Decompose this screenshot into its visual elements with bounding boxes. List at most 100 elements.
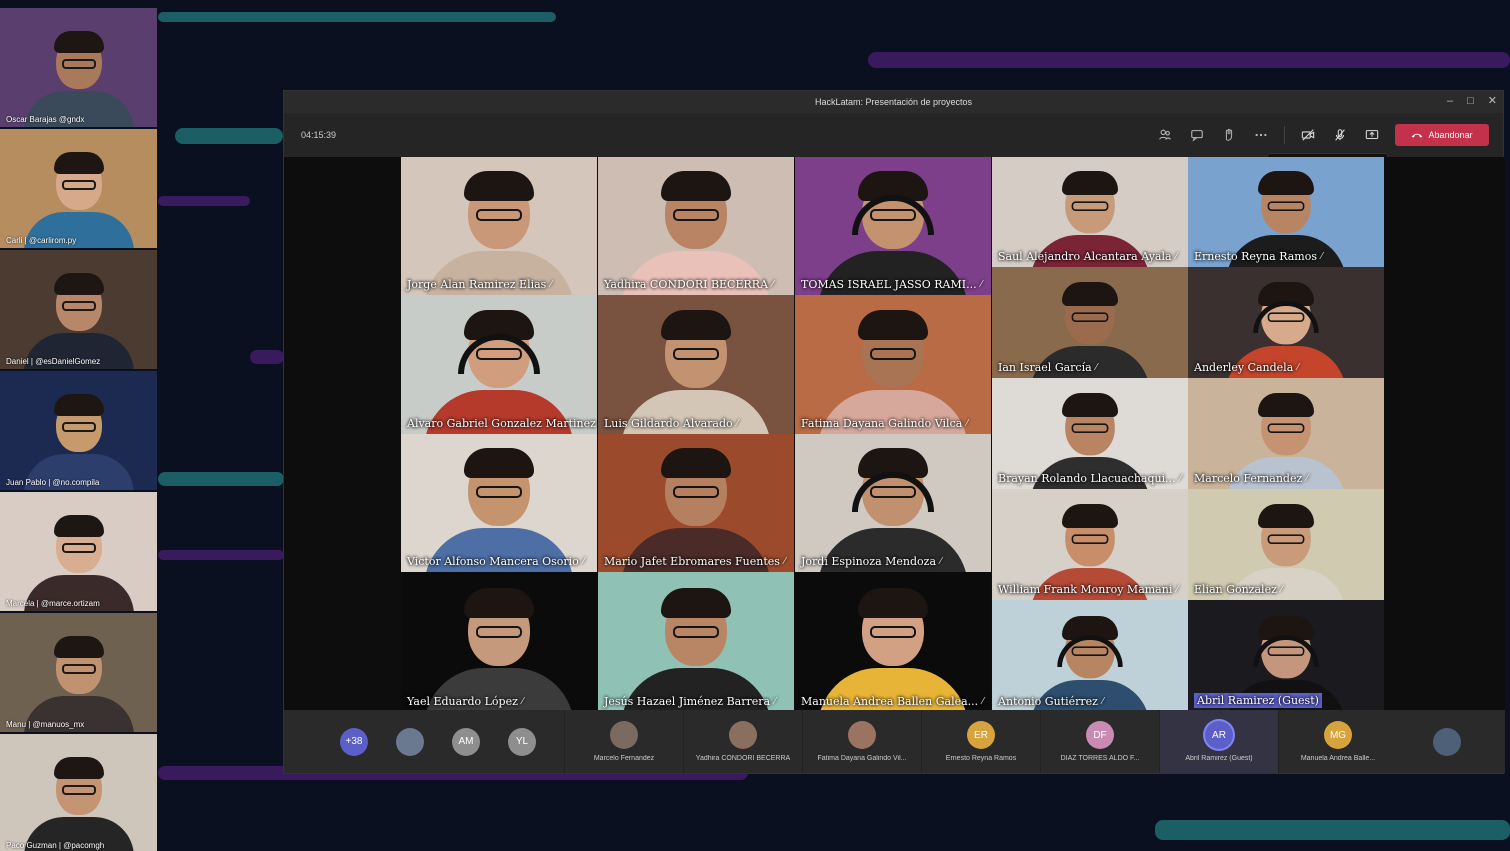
- participant-card[interactable]: MG Manuela Andrea Balle...: [1278, 710, 1397, 773]
- glasses-icon: [61, 180, 96, 190]
- participant-name: Saul Alejandro Alcantara Ayala ⁄: [998, 250, 1177, 263]
- participant-video-tile[interactable]: Abril Ramirez (Guest): [1188, 600, 1384, 712]
- chat-icon[interactable]: [1188, 126, 1206, 144]
- participant-video-tile[interactable]: TOMAS ISRAEL JASSO RAMI... ⁄: [795, 157, 991, 295]
- participant-video-tile[interactable]: Marcelo Fernandez ⁄: [1188, 378, 1384, 489]
- avatar-photo[interactable]: [396, 727, 424, 756]
- participant-card[interactable]: DF DIAZ TORRES ALDO F...: [1040, 710, 1159, 773]
- more-options-icon[interactable]: [1252, 126, 1270, 144]
- avatar-photo[interactable]: [1433, 727, 1461, 756]
- decor-bar: [158, 196, 250, 206]
- streamer-webcam: Oscar Barajas @gndx: [0, 8, 157, 127]
- glasses-icon: [673, 486, 719, 498]
- person-hair: [1258, 504, 1314, 528]
- participant-name: Ian Israel García ⁄: [998, 361, 1097, 374]
- participant-video-tile[interactable]: Jesús Hazael Jiménez Barrera ⁄: [598, 572, 794, 712]
- participant-name-label: Jesús Hazael Jiménez Barrera: [604, 695, 771, 708]
- participant-name-label: Jorge Alan Ramirez Elias: [407, 278, 547, 291]
- streamer-caption: Manu | @manuos_mx: [6, 720, 85, 729]
- glasses-icon: [61, 301, 96, 311]
- mic-muted-icon: ⁄: [582, 556, 585, 567]
- participant-video-tile[interactable]: Elian Gonzalez ⁄: [1188, 489, 1384, 600]
- close-button[interactable]: ✕: [1488, 95, 1497, 107]
- person-hair: [661, 448, 731, 478]
- toolbar-divider: [1284, 126, 1285, 144]
- participant-video-tile[interactable]: Yadhira CONDORI BECERRA ⁄: [598, 157, 794, 295]
- person-silhouette: [23, 515, 134, 611]
- participant-video-tile[interactable]: Alvaro Gabriel Gonzalez Martinez⁄: [401, 295, 597, 434]
- headset-icon: [852, 195, 934, 235]
- participant-card[interactable]: Yadhira CONDORI BECERRA: [683, 710, 802, 773]
- streamer-webcam: Juan Pablo | @no.compila: [0, 371, 157, 490]
- participant-name-label: Abril Ramirez (Guest): [1197, 694, 1319, 707]
- participant-card[interactable]: Marcelo Fernandez: [564, 710, 683, 773]
- mic-icon[interactable]: [1331, 126, 1349, 144]
- person-silhouette: [23, 757, 134, 851]
- mic-muted-icon: ⁄: [521, 696, 524, 707]
- participant-video-tile[interactable]: Jordi Espinoza Mendoza ⁄: [795, 434, 991, 572]
- glasses-icon: [673, 348, 719, 360]
- mic-muted-icon: ⁄: [1297, 362, 1299, 373]
- maximize-button[interactable]: □: [1467, 95, 1474, 107]
- streamer-caption: Daniel | @esDanielGomez: [6, 357, 101, 366]
- participant-video-tile[interactable]: Mario Jafet Ebromares Fuentes ⁄: [598, 434, 794, 572]
- person-head: [661, 310, 731, 388]
- participant-name-label: TOMAS ISRAEL JASSO RAMI...: [801, 278, 977, 291]
- participant-card[interactable]: AR Abril Ramirez (Guest): [1159, 710, 1278, 773]
- share-screen-icon[interactable]: [1363, 126, 1381, 144]
- streamer-caption: Paco Guzman | @pacomgh: [6, 841, 105, 850]
- streamer-caption: Marcela | @marce.ortizam: [6, 599, 100, 608]
- person-head: [53, 394, 104, 452]
- participant-video-tile[interactable]: William Frank Monroy Mamani ⁄: [992, 489, 1188, 600]
- participant-card-name: Abril Ramirez (Guest): [1185, 755, 1253, 762]
- person-hair: [661, 588, 731, 618]
- participant-avatar[interactable]: YL: [508, 727, 536, 756]
- participant-video-tile[interactable]: Anderley Candela ⁄: [1188, 267, 1384, 378]
- glasses-icon: [673, 626, 719, 638]
- participant-strip: +38 AM YL Marcelo Fernandez Yadhira CONDORI …: [284, 710, 1505, 773]
- participant-name: Marcelo Fernandez ⁄: [1194, 472, 1308, 485]
- person-head: [1253, 282, 1319, 345]
- person-head: [1258, 171, 1314, 234]
- leave-call-button[interactable]: Abandonar: [1395, 124, 1489, 146]
- person-head: [1057, 616, 1123, 679]
- participant-video-tile[interactable]: Saul Alejandro Alcantara Ayala ⁄: [992, 157, 1188, 267]
- person-head: [858, 588, 928, 666]
- mic-muted-icon: ⁄: [1095, 362, 1098, 373]
- participant-card[interactable]: ER Ernesto Reyna Ramos: [921, 710, 1040, 773]
- participant-video-tile[interactable]: Jorge Alan Ramirez Elias ⁄: [401, 157, 597, 295]
- mic-muted-icon: ⁄: [550, 279, 552, 290]
- participant-card[interactable]: Fatima Dayana Galindo Vil...: [802, 710, 921, 773]
- participant-name-label: Antonio Gutiérrez: [998, 695, 1098, 708]
- participant-name-label: Saul Alejandro Alcantara Ayala: [998, 250, 1172, 263]
- camera-icon[interactable]: [1299, 126, 1317, 144]
- participant-video-tile[interactable]: Antonio Gutiérrez ⁄: [992, 600, 1188, 712]
- participant-name-label: Yadhira CONDORI BECERRA: [604, 278, 769, 291]
- participant-video-tile[interactable]: Yael Eduardo López ⁄: [401, 572, 597, 712]
- more-participants-badge[interactable]: +38: [340, 727, 368, 756]
- participant-video-tile[interactable]: Ernesto Reyna Ramos ⁄: [1188, 157, 1384, 267]
- participant-name: Yadhira CONDORI BECERRA ⁄: [604, 278, 774, 291]
- streamer-caption: Juan Pablo | @no.compila: [6, 478, 100, 487]
- person-hair: [53, 394, 104, 416]
- mic-muted-icon: ⁄: [1179, 473, 1182, 484]
- raise-hand-icon[interactable]: [1220, 126, 1238, 144]
- participant-video-tile[interactable]: Brayan Rolando Llacuachaqui... ⁄: [992, 378, 1188, 489]
- headset-icon: [458, 334, 540, 374]
- participant-avatar[interactable]: AM: [452, 727, 480, 756]
- participant-video-tile[interactable]: Luis Gildardo Alvarado ⁄: [598, 295, 794, 434]
- person-head: [1062, 393, 1118, 456]
- participants-icon[interactable]: [1156, 126, 1174, 144]
- participant-name: Fatima Dayana Galindo Vilca ⁄: [801, 417, 968, 430]
- participant-video-tile[interactable]: Victor Alfonso Mancera Osorio ⁄: [401, 434, 597, 572]
- participant-video-tile[interactable]: Fatima Dayana Galindo Vilca ⁄: [795, 295, 991, 434]
- person-head: [852, 448, 934, 526]
- participant-name: Mario Jafet Ebromares Fuentes ⁄: [604, 555, 785, 568]
- participant-video-tile[interactable]: Ian Israel García ⁄: [992, 267, 1188, 378]
- glasses-icon: [870, 348, 916, 360]
- participant-video-tile[interactable]: Manuela Andrea Ballen Galea... ⁄: [795, 572, 991, 712]
- minimize-button[interactable]: –: [1447, 95, 1453, 107]
- phone-hangup-icon: [1412, 133, 1423, 138]
- mic-muted-icon: ⁄: [1176, 584, 1178, 595]
- person-hair: [53, 152, 104, 174]
